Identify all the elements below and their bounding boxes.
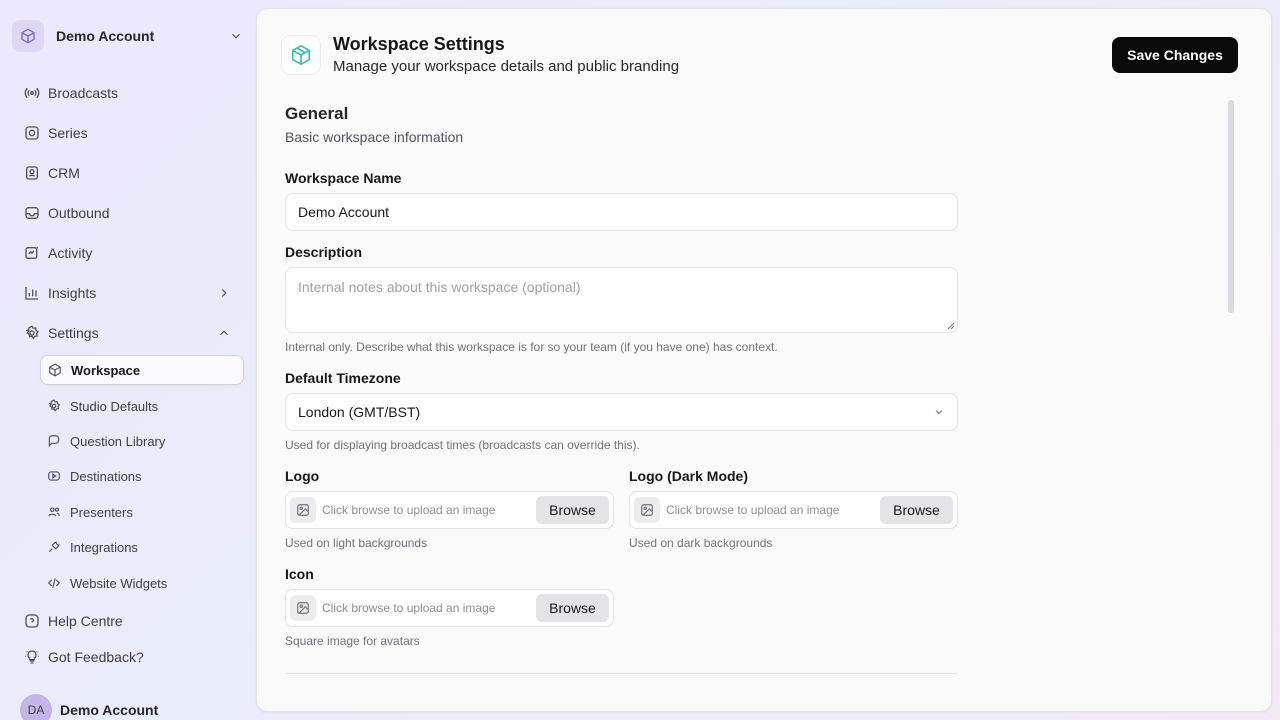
- users-icon: [46, 504, 62, 520]
- sub-item-label: Destinations: [70, 468, 142, 484]
- description-hint: Internal only. Describe what this worksp…: [285, 340, 778, 354]
- nav-item-feedback[interactable]: Got Feedback?: [16, 641, 244, 673]
- logo-label: Logo: [285, 468, 320, 484]
- nav-item-help-centre[interactable]: Help Centre: [16, 605, 244, 637]
- icon-label: Icon: [285, 566, 314, 582]
- nav-label: Insights: [48, 285, 97, 301]
- code-icon: [46, 575, 62, 591]
- description-label: Description: [285, 244, 363, 260]
- question-icon: [46, 433, 62, 449]
- logo-dark-hint: Used on dark backgrounds: [629, 536, 773, 550]
- account-name: Demo Account: [56, 28, 155, 44]
- nav-label: CRM: [48, 165, 80, 181]
- bar-chart-icon: [24, 285, 40, 301]
- nav-item-insights[interactable]: Insights: [16, 277, 244, 309]
- image-icon: [290, 497, 316, 523]
- sub-item-label: Studio Defaults: [70, 398, 159, 414]
- chevron-down-icon: [935, 410, 943, 415]
- timezone-value: London (GMT/BST): [298, 404, 421, 420]
- icon-hint: Square image for avatars: [285, 634, 420, 648]
- sub-item-label: Presenters: [70, 504, 133, 520]
- box-icon: [281, 35, 321, 75]
- sub-item-question-library[interactable]: Question Library: [40, 426, 244, 456]
- browse-button[interactable]: Browse: [536, 496, 609, 524]
- sub-item-workspace[interactable]: Workspace: [40, 355, 244, 385]
- nav-item-outbound[interactable]: Outbound: [16, 197, 244, 229]
- user-name: Demo Account: [60, 702, 159, 718]
- nav-item-series[interactable]: Series: [16, 117, 244, 149]
- upload-placeholder: Click browse to upload an image: [666, 503, 840, 517]
- upload-placeholder: Click browse to upload an image: [322, 601, 496, 615]
- broadcast-icon: [24, 85, 40, 101]
- plug-icon: [46, 539, 62, 555]
- box-icon: [47, 362, 63, 378]
- chevron-down-icon: [228, 28, 244, 44]
- save-button[interactable]: Save Changes: [1112, 37, 1238, 73]
- gear-icon: [24, 325, 40, 341]
- sidebar: Demo Account Broadcasts Series CRM Outbo…: [0, 0, 256, 720]
- lightbulb-icon: [24, 649, 40, 665]
- logo-upload[interactable]: Click browse to upload an image Browse: [285, 491, 614, 529]
- logo-dark-upload[interactable]: Click browse to upload an image Browse: [629, 491, 958, 529]
- box-icon: [12, 20, 44, 52]
- nav-label: Got Feedback?: [48, 649, 144, 665]
- sub-item-website-widgets[interactable]: Website Widgets: [40, 568, 244, 598]
- sub-item-label: Website Widgets: [70, 575, 168, 591]
- image-icon: [634, 497, 660, 523]
- resize-handle-icon[interactable]: [947, 322, 955, 330]
- sub-item-label: Integrations: [70, 539, 138, 555]
- nav-label: Settings: [48, 325, 99, 341]
- nav-item-crm[interactable]: CRM: [16, 157, 244, 189]
- timezone-select[interactable]: London (GMT/BST): [285, 393, 958, 431]
- description-placeholder: Internal notes about this workspace (opt…: [298, 279, 581, 295]
- timezone-hint: Used for displaying broadcast times (bro…: [285, 438, 640, 452]
- sub-item-presenters[interactable]: Presenters: [40, 497, 244, 527]
- user-menu[interactable]: DA Demo Account: [20, 694, 158, 720]
- nav-label: Broadcasts: [48, 85, 119, 101]
- nav-item-settings[interactable]: Settings: [16, 317, 244, 349]
- sub-item-studio-defaults[interactable]: Studio Defaults: [40, 391, 244, 421]
- gear-icon: [46, 398, 62, 414]
- series-icon: [24, 125, 40, 141]
- avatar: DA: [20, 694, 52, 720]
- account-switcher[interactable]: Demo Account: [12, 20, 248, 52]
- icon-upload[interactable]: Click browse to upload an image Browse: [285, 589, 614, 627]
- section-subtitle: Basic workspace information: [285, 129, 464, 145]
- nav-item-activity[interactable]: Activity: [16, 237, 244, 269]
- main-panel: Workspace Settings Manage your workspace…: [256, 8, 1272, 712]
- video-icon: [46, 468, 62, 484]
- logo-hint: Used on light backgrounds: [285, 536, 428, 550]
- scrollbar[interactable]: [1228, 100, 1234, 313]
- browse-button[interactable]: Browse: [880, 496, 953, 524]
- workspace-name-input[interactable]: Demo Account: [285, 193, 958, 231]
- nav-label: Outbound: [48, 205, 110, 221]
- nav-item-broadcasts[interactable]: Broadcasts: [16, 77, 244, 109]
- activity-icon: [24, 245, 40, 261]
- inbox-icon: [24, 205, 40, 221]
- sub-item-destinations[interactable]: Destinations: [40, 461, 244, 491]
- sub-item-label: Question Library: [70, 433, 166, 449]
- image-icon: [290, 595, 316, 621]
- sub-item-integrations[interactable]: Integrations: [40, 532, 244, 562]
- browse-button[interactable]: Browse: [536, 594, 609, 622]
- description-textarea[interactable]: Internal notes about this workspace (opt…: [285, 267, 958, 333]
- contacts-icon: [24, 165, 40, 181]
- page-title: Workspace Settings: [333, 34, 505, 54]
- help-icon: [24, 613, 40, 629]
- nav-label: Help Centre: [48, 613, 123, 629]
- chevron-up-icon: [216, 325, 232, 341]
- nav-label: Activity: [48, 245, 93, 261]
- nav-label: Series: [48, 125, 88, 141]
- page-subtitle: Manage your workspace details and public…: [333, 58, 680, 75]
- workspace-name-label: Workspace Name: [285, 170, 402, 186]
- chevron-right-icon: [216, 285, 232, 301]
- workspace-name-value: Demo Account: [298, 204, 390, 220]
- section-title: General: [285, 104, 349, 123]
- sub-item-label: Workspace: [71, 362, 141, 378]
- upload-placeholder: Click browse to upload an image: [322, 503, 496, 517]
- logo-dark-label: Logo (Dark Mode): [629, 468, 748, 484]
- section-divider: [285, 673, 958, 674]
- timezone-label: Default Timezone: [285, 370, 401, 386]
